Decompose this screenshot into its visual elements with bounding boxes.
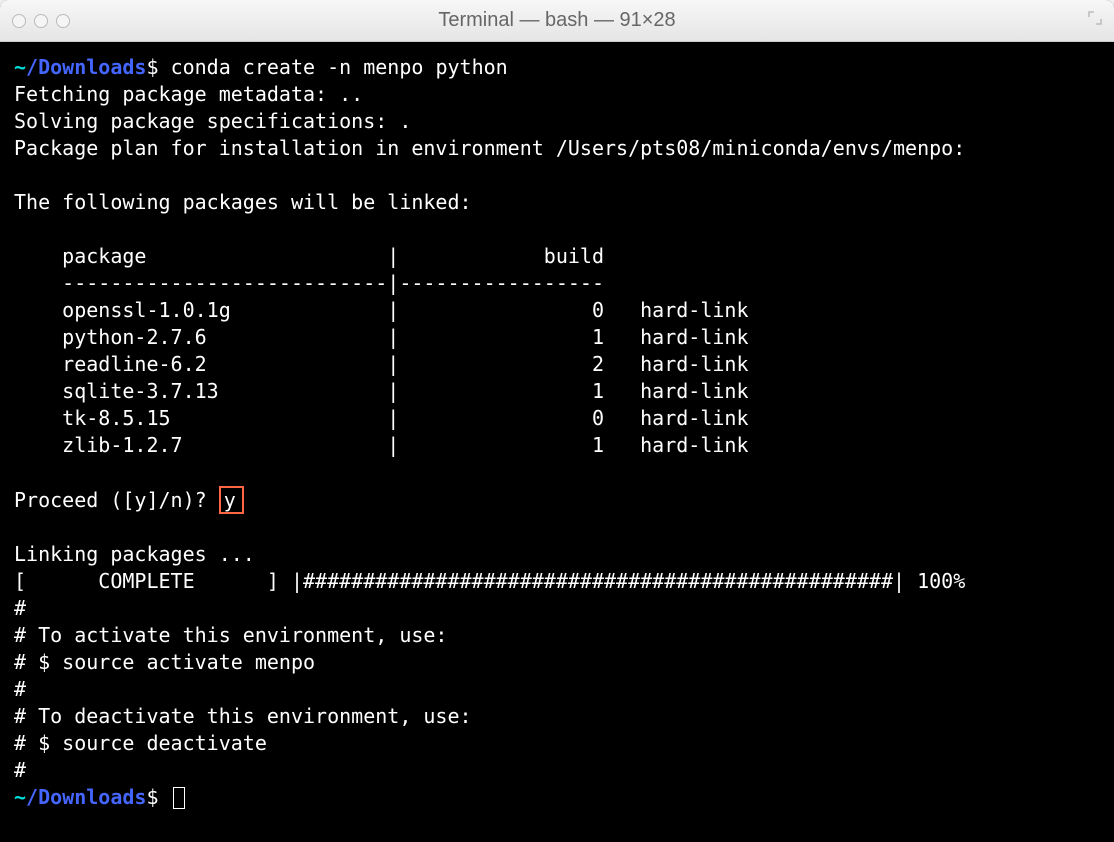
output-line: Package plan for installation in environ… xyxy=(14,136,965,160)
output-line: The following packages will be linked: xyxy=(14,190,472,214)
close-button[interactable] xyxy=(12,14,26,28)
package-row: readline-6.2 | 2 hard-link xyxy=(14,352,749,376)
output-line: Solving package specifications: . xyxy=(14,109,411,133)
zoom-button[interactable] xyxy=(56,14,70,28)
package-row: openssl-1.0.1g | 0 hard-link xyxy=(14,298,749,322)
comment-line: # $ source deactivate xyxy=(14,731,267,755)
prompt-tilde: ~ xyxy=(14,785,26,809)
proceed-answer-highlight: y xyxy=(219,486,244,514)
terminal-content[interactable]: ~/Downloads$ conda create -n menpo pytho… xyxy=(0,42,1114,842)
prompt-path: /Downloads xyxy=(26,785,146,809)
command-text: conda create -n menpo python xyxy=(171,55,508,79)
proceed-prompt: Proceed ([y]/n)? xyxy=(14,488,207,512)
cursor xyxy=(173,787,185,809)
window-title: Terminal — bash — 91×28 xyxy=(0,9,1114,32)
package-row: python-2.7.6 | 1 hard-link xyxy=(14,325,749,349)
titlebar[interactable]: Terminal — bash — 91×28 xyxy=(0,0,1114,42)
table-divider: ---------------------------|------------… xyxy=(14,271,604,295)
traffic-lights xyxy=(12,14,70,28)
progress-bar: [ COMPLETE ] |##########################… xyxy=(14,569,965,593)
minimize-button[interactable] xyxy=(34,14,48,28)
package-row: sqlite-3.7.13 | 1 hard-link xyxy=(14,379,749,403)
package-row: zlib-1.2.7 | 1 hard-link xyxy=(14,433,749,457)
comment-line: # xyxy=(14,758,26,782)
prompt-dollar: $ xyxy=(146,785,158,809)
comment-line: # To deactivate this environment, use: xyxy=(14,704,472,728)
output-line: Fetching package metadata: .. xyxy=(14,82,363,106)
comment-line: # To activate this environment, use: xyxy=(14,623,447,647)
comment-line: # xyxy=(14,596,26,620)
comment-line: # xyxy=(14,677,26,701)
terminal-window: Terminal — bash — 91×28 ~/Downloads$ con… xyxy=(0,0,1114,842)
prompt-path: /Downloads xyxy=(26,55,146,79)
output-line: Linking packages ... xyxy=(14,542,255,566)
prompt-dollar: $ xyxy=(146,55,158,79)
expand-icon[interactable] xyxy=(1088,11,1102,30)
comment-line: # $ source activate menpo xyxy=(14,650,315,674)
table-header: package | build xyxy=(14,244,604,268)
package-row: tk-8.5.15 | 0 hard-link xyxy=(14,406,749,430)
prompt-tilde: ~ xyxy=(14,55,26,79)
